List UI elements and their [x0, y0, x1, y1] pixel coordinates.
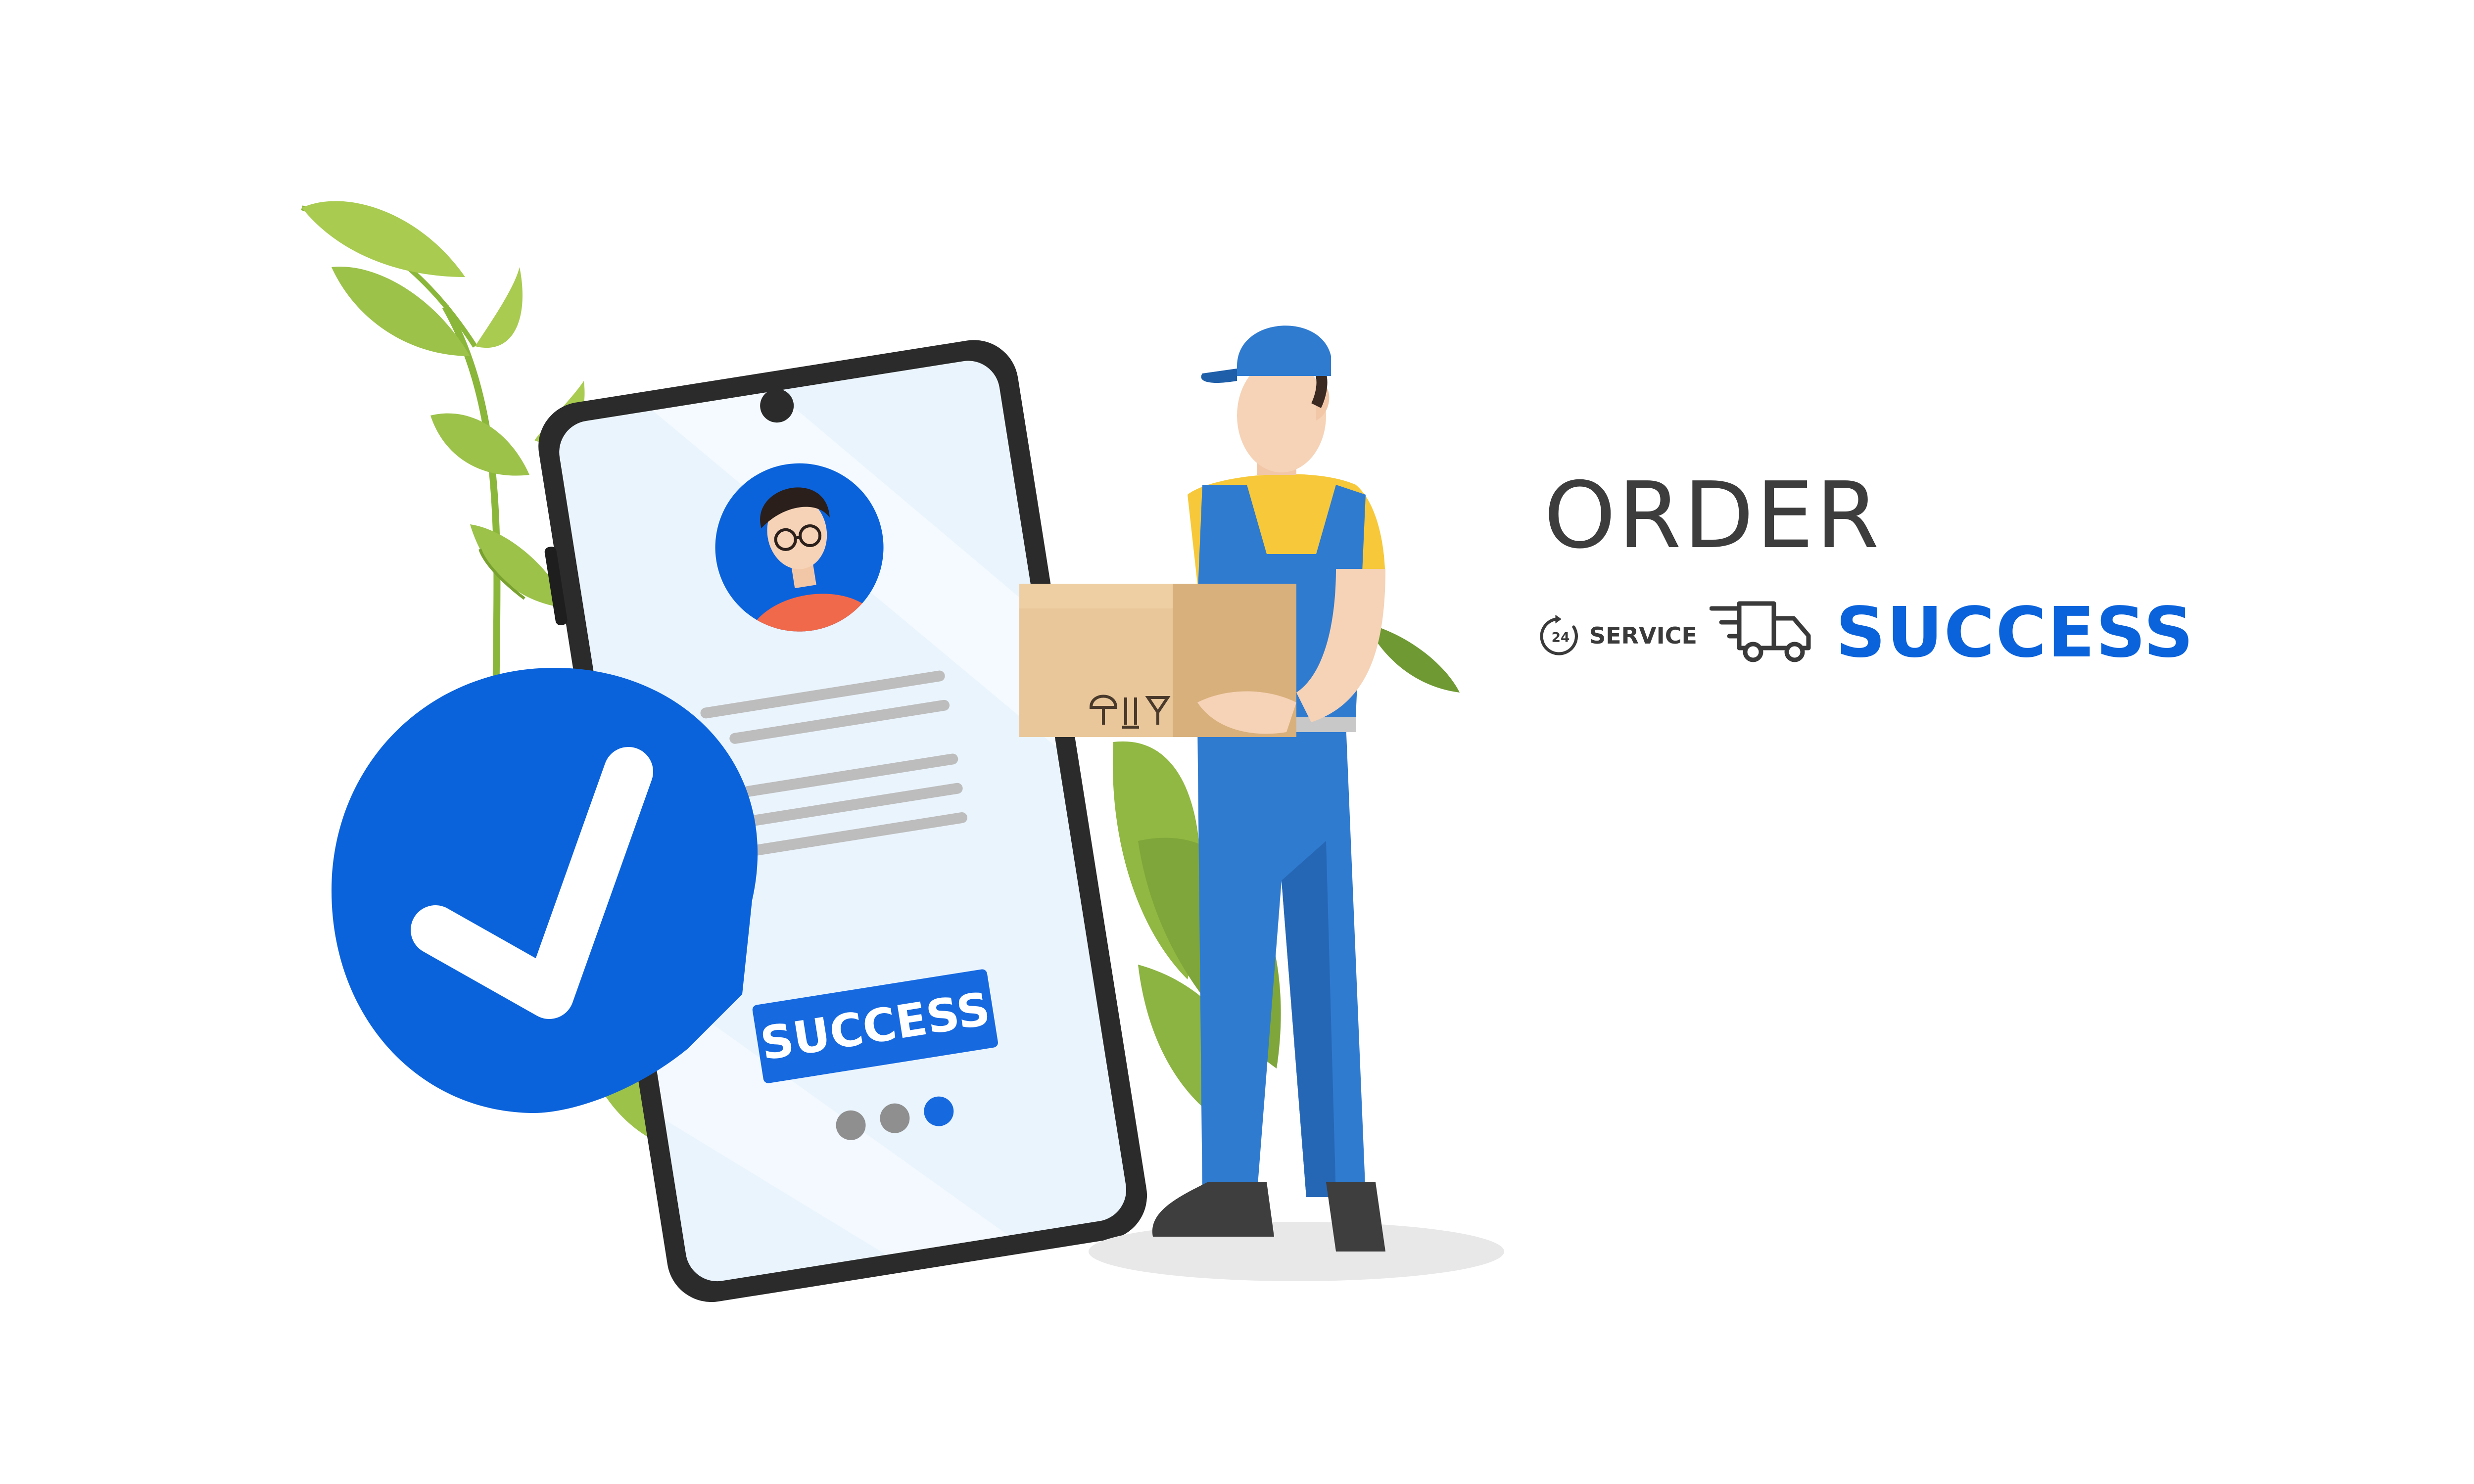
clock-24-number: 24 [1552, 630, 1570, 645]
service-badge: 24 SERVICE [1539, 613, 1697, 658]
clock-24-icon: 24 [1540, 614, 1578, 655]
courier-shadow [1089, 1222, 1504, 1281]
order-heading: ORDER [1544, 462, 1882, 569]
order-success-illustration: SUCCESS [301, 201, 1504, 1302]
service-label: SERVICE [1589, 622, 1697, 649]
service-status-line: 24 SERVICE SUCCESS [1539, 594, 2193, 683]
delivery-truck-icon [1710, 601, 1811, 662]
order-status-success: SUCCESS [1836, 593, 2195, 673]
